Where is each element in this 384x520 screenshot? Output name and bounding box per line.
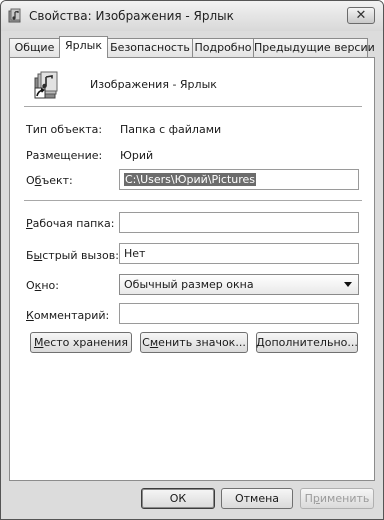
type-label: Тип объекта: <box>26 123 103 136</box>
run-label: Окно: <box>26 279 59 292</box>
close-button[interactable]: ✕ <box>347 7 375 24</box>
title-bar[interactable]: Свойства: Изображения - Ярлык ✕ <box>1 1 383 31</box>
startin-label: Рабочая папка: <box>26 217 115 230</box>
tab-previous-versions[interactable]: Предыдущие версии <box>253 38 375 57</box>
ok-button[interactable]: ОК <box>141 488 215 509</box>
shortcut-panel: Изображения - Ярлык Тип объекта: Папка с… <box>9 57 375 481</box>
tab-security[interactable]: Безопасность <box>107 38 193 57</box>
tab-shortcut[interactable]: Ярлык <box>59 36 108 58</box>
run-select[interactable]: Обычный размер окна <box>119 274 359 295</box>
shortcut-name: Изображения - Ярлык <box>90 78 217 91</box>
comment-label: Комментарий: <box>26 309 110 322</box>
change-icon-button[interactable]: См енить значок... <box>140 332 248 353</box>
tab-details[interactable]: Подробно <box>192 38 254 57</box>
separator <box>24 106 362 107</box>
folder-shortcut-icon <box>34 71 58 99</box>
startin-input[interactable] <box>119 212 359 233</box>
cancel-button[interactable]: Отмена <box>221 488 293 509</box>
target-label: Объект: <box>26 174 73 187</box>
music-folder-icon <box>8 8 21 23</box>
tab-general[interactable]: Общие <box>9 38 60 57</box>
location-value: Юрий <box>120 149 154 162</box>
properties-dialog: Свойства: Изображения - Ярлык ✕ Общие Яр… <box>0 0 384 520</box>
open-location-button[interactable]: Место хранения <box>30 332 132 353</box>
target-value: C:\Users\Юрий\Pictures <box>124 173 257 186</box>
hotkey-label: Быстрый вызов: <box>26 249 119 262</box>
run-value: Обычный размер окна <box>124 278 254 291</box>
type-value: Папка с файлами <box>120 123 222 136</box>
advanced-button[interactable]: Дополнительно... <box>256 332 358 353</box>
target-input[interactable]: C:\Users\Юрий\Pictures <box>119 169 359 190</box>
apply-button[interactable]: Пр именить <box>300 488 374 509</box>
tab-strip: Общие Ярлык Безопасность Подробно Предыд… <box>9 36 375 58</box>
window-title: Свойства: Изображения - Ярлык <box>29 9 234 23</box>
dropdown-arrow-icon <box>344 282 352 287</box>
hotkey-input[interactable]: Нет <box>119 243 359 264</box>
close-icon: ✕ <box>355 8 367 23</box>
separator <box>24 200 362 201</box>
location-label: Размещение: <box>26 149 103 162</box>
comment-input[interactable] <box>119 303 359 324</box>
